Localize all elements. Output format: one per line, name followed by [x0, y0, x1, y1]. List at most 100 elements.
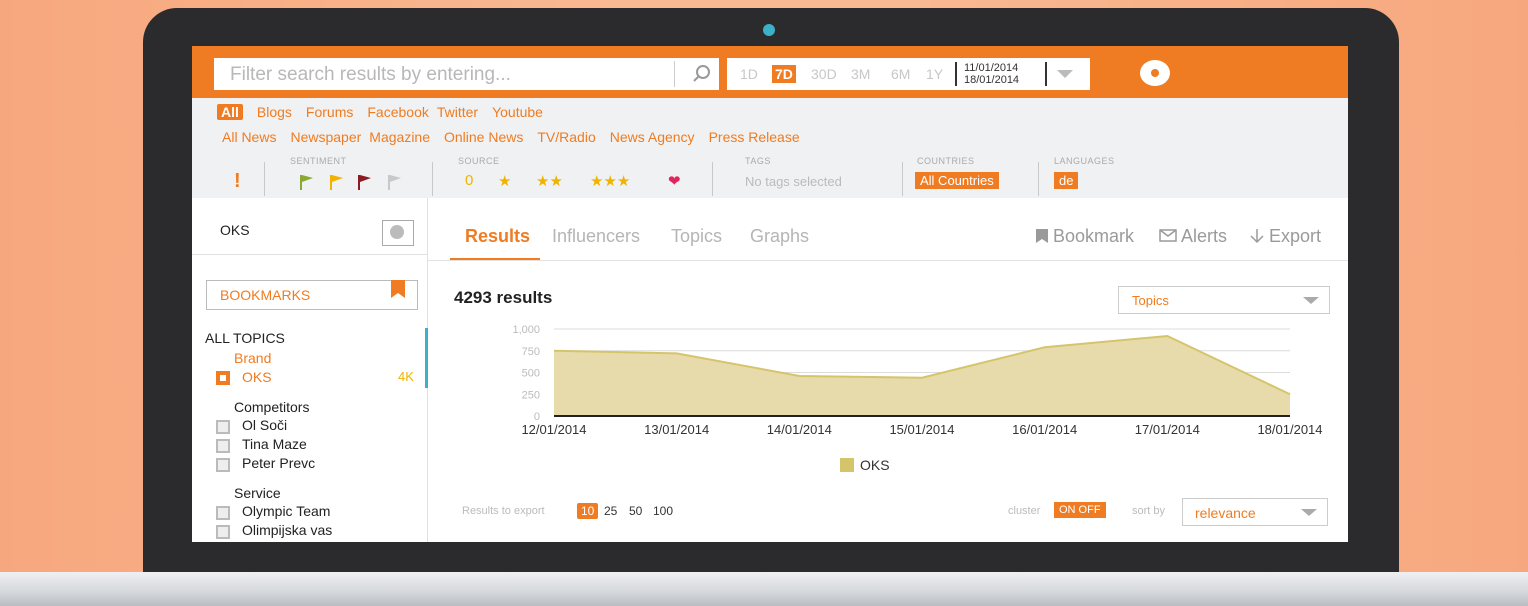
source-two-star-icon[interactable]: ★★ — [536, 172, 563, 190]
channel-forums[interactable]: Forums — [306, 104, 353, 120]
negative-flag-icon[interactable] — [357, 174, 371, 190]
app-screen: 1D 7D 30D 3M 6M 1Y 11/01/2014 18/01/2014… — [192, 46, 1348, 542]
topic-item[interactable]: Olimpijska vas — [242, 522, 332, 538]
tab-influencers[interactable]: Influencers — [552, 226, 640, 247]
heart-icon[interactable]: ❤ — [668, 172, 681, 190]
download-arrow-icon — [1250, 229, 1264, 244]
channel-all[interactable]: All — [217, 104, 243, 120]
unrated-flag-icon[interactable] — [387, 174, 401, 190]
y-tick-label: 500 — [522, 368, 540, 380]
search-divider — [674, 61, 675, 87]
tab-topics[interactable]: Topics — [671, 226, 722, 247]
eye-icon[interactable] — [382, 220, 414, 246]
news-agency[interactable]: News Agency — [610, 129, 695, 145]
results-count: 4293 results — [454, 288, 553, 307]
tags-value[interactable]: No tags selected — [745, 174, 842, 189]
alert-icon[interactable]: ! — [234, 170, 241, 193]
filter-divider — [432, 162, 433, 196]
news-press-release[interactable]: Press Release — [709, 129, 800, 145]
range-1y[interactable]: 1Y — [926, 66, 943, 82]
sort-dropdown[interactable]: relevance — [1182, 498, 1328, 526]
neutral-flag-icon[interactable] — [329, 174, 343, 190]
cluster-toggle[interactable]: ON OFF — [1054, 502, 1106, 518]
news-magazine[interactable]: Magazine — [369, 129, 430, 145]
range-7d[interactable]: 7D — [772, 65, 796, 83]
chevron-down-icon — [1301, 509, 1317, 516]
news-tv-radio[interactable]: TV/Radio — [537, 129, 595, 145]
topic-item[interactable]: Ol Soči — [242, 417, 287, 433]
tab-graphs[interactable]: Graphs — [750, 226, 809, 247]
y-tick-label: 1,000 — [512, 324, 540, 336]
oks-checkbox[interactable] — [216, 371, 230, 385]
topic-count: 4K — [398, 369, 414, 384]
laptop-base — [0, 572, 1528, 606]
export-option-25[interactable]: 25 — [604, 504, 617, 518]
search-input[interactable] — [228, 62, 662, 88]
date-from[interactable]: 11/01/2014 — [964, 62, 1018, 74]
query-box[interactable]: OKS — [192, 198, 427, 255]
topic-oks[interactable]: OKS — [242, 369, 272, 385]
sort-value: relevance — [1195, 505, 1256, 521]
source-one-star-icon[interactable]: ★ — [498, 172, 511, 190]
topic-checkbox[interactable] — [216, 506, 230, 520]
news-online-news[interactable]: Online News — [444, 129, 523, 145]
filter-divider — [1038, 162, 1039, 196]
topics-dropdown[interactable]: Topics — [1118, 286, 1330, 314]
competitors-heading: Competitors — [234, 399, 310, 415]
source-three-star-icon[interactable]: ★★★ — [590, 172, 630, 190]
news-newspaper[interactable]: Newspaper — [290, 129, 361, 145]
x-tick-label: 17/01/2014 — [1135, 422, 1200, 437]
brand-heading: Brand — [234, 350, 272, 366]
bookmarks-button[interactable]: BOOKMARKS — [206, 280, 418, 310]
export-count-label: Results to export — [462, 505, 545, 517]
range-30d[interactable]: 30D — [811, 66, 837, 82]
export-option-50[interactable]: 50 — [629, 504, 642, 518]
channel-youtube[interactable]: Youtube — [492, 104, 543, 120]
countries-badge[interactable]: All Countries — [915, 172, 999, 189]
topic-checkbox[interactable] — [216, 458, 230, 472]
cluster-label: cluster — [1008, 505, 1041, 517]
source-zero[interactable]: 0 — [465, 172, 473, 189]
date-range-box: 1D 7D 30D 3M 6M 1Y 11/01/2014 18/01/2014 — [727, 58, 1090, 90]
topic-item[interactable]: Peter Prevc — [242, 455, 315, 471]
export-option-10[interactable]: 10 — [577, 503, 599, 519]
topic-item[interactable]: Olympic Team — [242, 503, 330, 519]
query-text: OKS — [220, 222, 250, 238]
export-button[interactable]: Export — [1250, 226, 1321, 247]
bookmark-label: Bookmark — [1053, 226, 1135, 246]
channel-facebook[interactable]: Facebook — [367, 104, 428, 120]
source-label: SOURCE — [458, 156, 500, 166]
x-tick-label: 12/01/2014 — [521, 422, 586, 437]
bookmark-button[interactable]: Bookmark — [1036, 226, 1134, 247]
y-tick-label: 750 — [522, 346, 540, 358]
topic-checkbox[interactable] — [216, 439, 230, 453]
channel-blogs[interactable]: Blogs — [257, 104, 292, 120]
date-to[interactable]: 18/01/2014 — [964, 74, 1019, 86]
search-icon[interactable] — [692, 64, 712, 84]
date-separator — [955, 62, 957, 86]
sentiment-label: SENTIMENT — [290, 156, 347, 166]
channel-twitter[interactable]: Twitter — [437, 104, 478, 120]
sidebar: OKS BOOKMARKS ALL TOPICS Brand OKS 4K Co… — [192, 198, 428, 542]
topic-checkbox[interactable] — [216, 420, 230, 434]
export-option-100[interactable]: 100 — [653, 504, 673, 518]
logo-icon[interactable] — [1140, 60, 1170, 86]
x-tick-label: 18/01/2014 — [1257, 422, 1322, 437]
topic-item[interactable]: Tina Maze — [242, 436, 307, 452]
all-topics-heading[interactable]: ALL TOPICS — [205, 330, 285, 346]
news-all-news[interactable]: All News — [222, 129, 276, 145]
range-3m[interactable]: 3M — [851, 66, 870, 82]
tab-results[interactable]: Results — [465, 226, 530, 247]
export-label: Export — [1269, 226, 1322, 246]
range-6m[interactable]: 6M — [891, 66, 910, 82]
positive-flag-icon[interactable] — [299, 174, 313, 190]
legend-label: OKS — [860, 457, 890, 473]
topic-checkbox[interactable] — [216, 525, 230, 539]
language-badge[interactable]: de — [1054, 172, 1079, 189]
range-1d[interactable]: 1D — [740, 66, 758, 82]
alerts-button[interactable]: Alerts — [1159, 226, 1227, 247]
chevron-down-icon[interactable] — [1057, 70, 1073, 78]
bookmarks-label: BOOKMARKS — [220, 287, 311, 303]
languages-label: LANGUAGES — [1054, 156, 1115, 166]
alerts-label: Alerts — [1181, 226, 1228, 246]
